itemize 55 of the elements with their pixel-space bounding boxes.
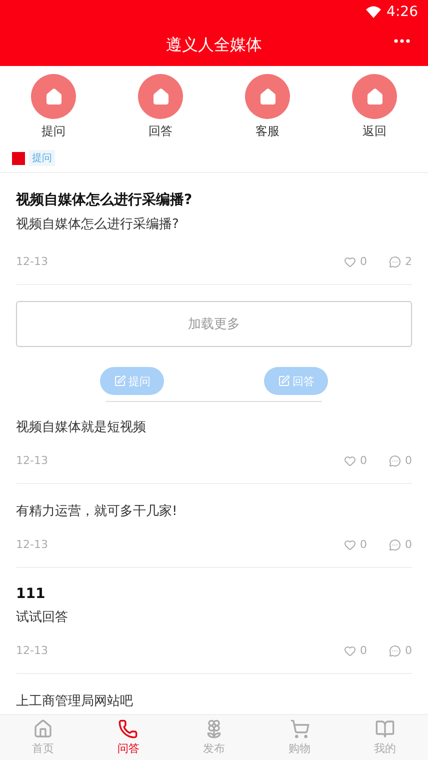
answer-text: 视频自媒体就是短视频	[16, 419, 147, 436]
date-text: 12-13	[16, 644, 48, 657]
answer-text: 上工商管理局网站吧	[16, 693, 134, 710]
comment-icon[interactable]	[389, 644, 401, 656]
like-count: 0	[360, 255, 367, 268]
header-title: 遵义人全媒体	[166, 34, 262, 56]
comment-count: 0	[405, 454, 412, 467]
comment-icon[interactable]	[389, 256, 401, 268]
quick-nav-button[interactable]: 回答	[107, 74, 214, 140]
heart-icon[interactable]	[344, 644, 356, 656]
comment-count: 2	[405, 255, 412, 268]
wifi-icon	[366, 6, 381, 18]
more-icon[interactable]	[394, 39, 410, 43]
like-count: 0	[360, 644, 367, 657]
date-text: 12-13	[16, 255, 48, 268]
status-time: 4:26	[386, 4, 418, 20]
like-count: 0	[360, 454, 367, 467]
home-icon	[352, 74, 397, 119]
date-text: 12-13	[16, 538, 48, 551]
heart-icon[interactable]	[344, 538, 356, 550]
phone-icon	[118, 719, 138, 739]
cart-icon	[290, 719, 310, 739]
edit-icon	[278, 375, 290, 387]
home-icon	[245, 74, 290, 119]
answer-text: 有精力运营，就可多干几家!	[16, 503, 178, 520]
comment-icon[interactable]	[389, 538, 401, 550]
edit-icon	[114, 375, 126, 387]
comment-count: 0	[405, 538, 412, 551]
question-title: 视频自媒体怎么进行采编播?	[16, 191, 194, 209]
quick-nav-button[interactable]: 提问	[0, 74, 107, 140]
heart-icon[interactable]	[344, 454, 356, 466]
home-icon	[32, 719, 53, 739]
quick-nav-button[interactable]: 返回	[321, 74, 428, 140]
date-text: 12-13	[16, 454, 48, 467]
load-more-button[interactable]: 加载更多	[16, 301, 412, 347]
tab-item[interactable]: 购物	[256, 715, 342, 760]
comment-icon[interactable]	[389, 454, 401, 466]
heart-icon[interactable]	[344, 256, 356, 268]
action-button[interactable]: 提问	[100, 367, 164, 395]
comment-count: 0	[405, 644, 412, 657]
answer-title: 111	[16, 586, 46, 602]
like-count: 0	[360, 538, 367, 551]
question-body: 视频自媒体怎么进行采编播?	[16, 216, 180, 233]
tab-item[interactable]: 我的	[342, 715, 428, 760]
action-button[interactable]: 回答	[264, 367, 328, 395]
answer-text: 试试回答	[16, 609, 69, 626]
logo-icon	[12, 152, 25, 164]
tab-item[interactable]: 首页	[0, 715, 86, 760]
tab-item[interactable]: 发布	[171, 715, 257, 760]
home-icon	[138, 74, 183, 119]
category-tag[interactable]: 提问	[29, 150, 55, 166]
tab-item[interactable]: 问答	[86, 715, 172, 760]
home-icon	[31, 74, 76, 119]
book-icon	[375, 719, 396, 739]
quick-nav-button[interactable]: 客服	[214, 74, 321, 140]
